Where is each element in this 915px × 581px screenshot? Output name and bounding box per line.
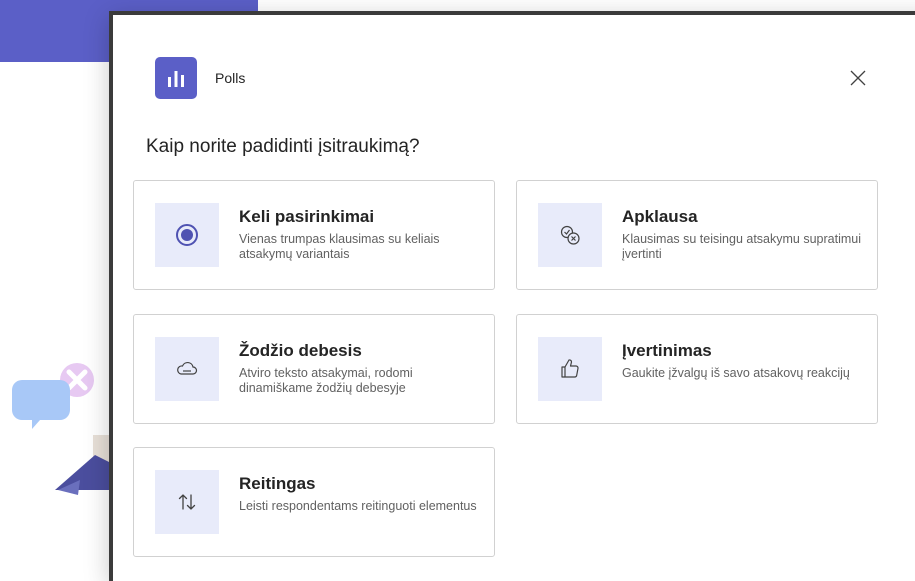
option-title: Keli pasirinkimai [239,207,375,226]
quiz-check-icon [538,203,602,267]
option-card-quiz[interactable]: Apklausa Klausimas su teisingu atsakymu … [516,180,878,290]
background-illustration [12,363,115,495]
app-name: Polls [215,70,246,86]
cloud-icon [155,337,219,401]
option-card-word-cloud[interactable]: Žodžio debesis Atviro teksto atsakymai, … [133,314,495,424]
option-card-ranking[interactable]: Reitingas Leisti respondentams reitinguo… [133,447,495,557]
option-description: Atviro teksto atsakymai, rodomi dinamišk… [239,366,413,395]
option-title: Apklausa [622,207,698,226]
option-card-rating[interactable]: Įvertinimas Gaukite įžvalgų iš savo atsa… [516,314,878,424]
option-card-multiple-choice[interactable]: Keli pasirinkimai Vienas trumpas klausim… [133,180,495,290]
option-description: Klausimas su teisingu atsakymu supratimu… [622,232,861,261]
bar-chart-icon [155,57,197,99]
question-heading: Kaip norite padidinti įsitraukimą? [146,136,420,157]
option-title: Įvertinimas [622,341,712,360]
polls-dialog: Polls Kaip norite padidinti įsitraukimą?… [109,11,915,581]
dialog-header: Polls [155,57,245,99]
option-title: Žodžio debesis [239,341,362,360]
option-title: Reitingas [239,474,316,493]
close-button[interactable] [845,65,871,91]
radio-button-icon [155,203,219,267]
option-description: Leisti respondentams reitinguoti element… [239,499,477,513]
option-description: Gaukite įžvalgų iš savo atsakovų reakcij… [622,366,850,380]
close-icon [850,70,866,86]
thumbs-up-icon [538,337,602,401]
option-description: Vienas trumpas klausimas su keliais atsa… [239,232,440,261]
sort-arrows-icon [155,470,219,534]
